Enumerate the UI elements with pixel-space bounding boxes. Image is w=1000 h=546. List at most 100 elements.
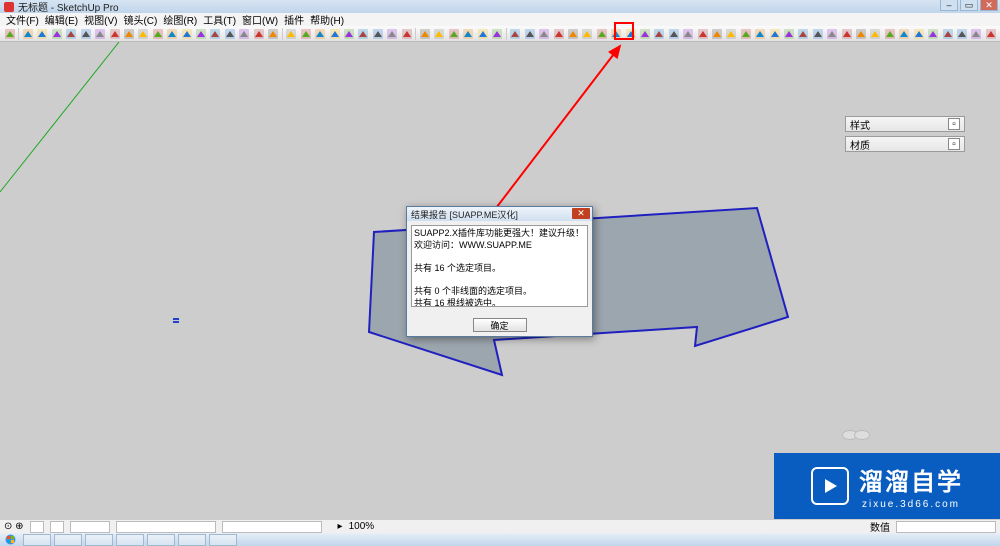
- tray-toggle-icon[interactable]: ▫: [948, 118, 960, 130]
- plugin8-icon[interactable]: [624, 27, 637, 41]
- layers-icon[interactable]: [461, 27, 474, 41]
- scale-icon[interactable]: [137, 27, 150, 41]
- taskbar-item[interactable]: [178, 534, 206, 546]
- plugin12-icon[interactable]: [682, 27, 695, 41]
- plugin32-icon[interactable]: [970, 27, 983, 41]
- plugin18-icon[interactable]: [768, 27, 781, 41]
- menu-file[interactable]: 文件(F): [4, 12, 41, 27]
- zoom-win-icon[interactable]: [266, 27, 279, 41]
- dialog-titlebar[interactable]: 结果报告 [SUAPP.ME汉化] ✕: [407, 207, 592, 221]
- undo-icon[interactable]: [385, 27, 398, 41]
- rotate-icon[interactable]: [122, 27, 135, 41]
- section-icon[interactable]: [490, 27, 503, 41]
- result-dialog: 结果报告 [SUAPP.ME汉化] ✕ 确定: [406, 206, 593, 337]
- menu-edit[interactable]: 编辑(E): [43, 12, 80, 27]
- menu-window[interactable]: 窗口(W): [240, 12, 280, 27]
- start-button[interactable]: [0, 533, 20, 546]
- axes-icon[interactable]: [509, 27, 522, 41]
- walk-icon[interactable]: [194, 27, 207, 41]
- zoom-icon[interactable]: [237, 27, 250, 41]
- plugin7-icon[interactable]: [609, 27, 622, 41]
- menu-view[interactable]: 视图(V): [82, 12, 119, 27]
- arc-icon[interactable]: [65, 27, 78, 41]
- model-icon[interactable]: [285, 27, 298, 41]
- plugin11-icon[interactable]: [667, 27, 680, 41]
- mouse-hint-icon: [846, 430, 870, 440]
- taskbar-item[interactable]: [209, 534, 237, 546]
- menu-tools[interactable]: 工具(T): [201, 12, 238, 27]
- styles-icon[interactable]: [447, 27, 460, 41]
- dialog-ok-button[interactable]: 确定: [473, 318, 527, 332]
- menu-help[interactable]: 帮助(H): [308, 12, 346, 27]
- plugin27-icon[interactable]: [898, 27, 911, 41]
- taskbar-item[interactable]: [85, 534, 113, 546]
- plugin15-icon[interactable]: [725, 27, 738, 41]
- plugin1-icon[interactable]: [523, 27, 536, 41]
- plugin25-icon[interactable]: [869, 27, 882, 41]
- tray-toggle-icon[interactable]: ▫: [948, 138, 960, 150]
- tray-panel-materials[interactable]: 材质 ▫: [845, 136, 965, 152]
- plugin5-icon[interactable]: [581, 27, 594, 41]
- plugin4-icon[interactable]: [566, 27, 579, 41]
- plugin6-icon[interactable]: [595, 27, 608, 41]
- orbit-icon[interactable]: [223, 27, 236, 41]
- select-icon[interactable]: [3, 27, 16, 41]
- pan-icon[interactable]: [209, 27, 222, 41]
- rect-icon[interactable]: [36, 27, 49, 41]
- zoom-ext-icon[interactable]: [252, 27, 265, 41]
- plugin22-icon[interactable]: [826, 27, 839, 41]
- outliner-icon[interactable]: [433, 27, 446, 41]
- maximize-button[interactable]: ▭: [960, 0, 978, 11]
- plugin33-icon[interactable]: [984, 27, 997, 41]
- plugin28-icon[interactable]: [912, 27, 925, 41]
- paste-icon[interactable]: [371, 27, 384, 41]
- redo-icon[interactable]: [400, 27, 413, 41]
- pencil-icon[interactable]: [21, 27, 34, 41]
- dialog-textarea[interactable]: [411, 225, 588, 307]
- plugin14-icon[interactable]: [710, 27, 723, 41]
- circle-icon[interactable]: [50, 27, 63, 41]
- cut-icon[interactable]: [342, 27, 355, 41]
- eraser-icon[interactable]: [165, 27, 178, 41]
- tape-icon[interactable]: [151, 27, 164, 41]
- save-icon[interactable]: [328, 27, 341, 41]
- scenes-icon[interactable]: [476, 27, 489, 41]
- paint-icon[interactable]: [180, 27, 193, 41]
- menu-camera[interactable]: 镜头(C): [121, 12, 159, 27]
- plugin16-icon[interactable]: [739, 27, 752, 41]
- tray-panel-styles[interactable]: 样式 ▫: [845, 116, 965, 132]
- plugin19-icon[interactable]: [782, 27, 795, 41]
- move-icon[interactable]: [108, 27, 121, 41]
- plugin9-icon[interactable]: [638, 27, 651, 41]
- plugin3-icon[interactable]: [552, 27, 565, 41]
- plugin13-icon[interactable]: [696, 27, 709, 41]
- taskbar-item[interactable]: [147, 534, 175, 546]
- dialog-close-button[interactable]: ✕: [572, 208, 590, 219]
- plugin30-icon[interactable]: [941, 27, 954, 41]
- plugin17-icon[interactable]: [754, 27, 767, 41]
- taskbar-item[interactable]: [54, 534, 82, 546]
- plugin26-icon[interactable]: [883, 27, 896, 41]
- menu-plugins[interactable]: 插件: [282, 12, 306, 27]
- plugin20-icon[interactable]: [797, 27, 810, 41]
- copy-icon[interactable]: [357, 27, 370, 41]
- close-button[interactable]: ✕: [980, 0, 998, 11]
- newmodel-icon[interactable]: [299, 27, 312, 41]
- open-icon[interactable]: [313, 27, 326, 41]
- menu-draw[interactable]: 绘图(R): [161, 12, 199, 27]
- plugin29-icon[interactable]: [926, 27, 939, 41]
- taskbar-item[interactable]: [23, 534, 51, 546]
- plugin21-icon[interactable]: [811, 27, 824, 41]
- component-icon[interactable]: [418, 27, 431, 41]
- plugin2-icon[interactable]: [537, 27, 550, 41]
- plugin31-icon[interactable]: [955, 27, 968, 41]
- plugin23-icon[interactable]: [840, 27, 853, 41]
- pushpull-icon[interactable]: [79, 27, 92, 41]
- offset-icon[interactable]: [93, 27, 106, 41]
- taskbar-item[interactable]: [116, 534, 144, 546]
- minimize-button[interactable]: –: [940, 0, 958, 11]
- plugin24-icon[interactable]: [854, 27, 867, 41]
- plugin10-icon[interactable]: [653, 27, 666, 41]
- status-icons[interactable]: ⊙ ⊕: [4, 521, 24, 532]
- measurement-input[interactable]: [896, 521, 996, 533]
